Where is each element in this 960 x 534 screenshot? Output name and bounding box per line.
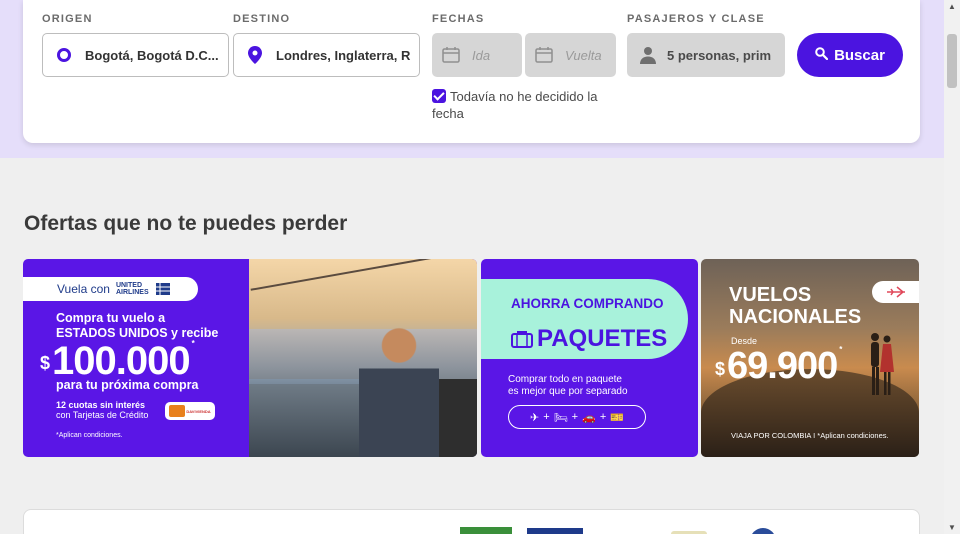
plane-icon: ✈: [530, 411, 540, 424]
partners-card: [23, 509, 920, 534]
location-pin-icon: [244, 46, 266, 64]
search-icon: [815, 46, 829, 64]
search-button-label: Buscar: [834, 46, 885, 64]
flight-search-form: ORIGEN Bogotá, Bogotá D.C... DESTINO Lon…: [23, 0, 920, 143]
couple-silhouette: [871, 333, 894, 395]
checkbox-checked-icon[interactable]: [432, 89, 446, 103]
packages-title: PAQUETES: [511, 325, 667, 353]
calendar-icon: [535, 47, 553, 63]
packages-save-title: AHORRA COMPRANDO: [511, 296, 664, 311]
packages-services-pill: ✈ + 🛏 + 🚗 + 🎫: [508, 405, 646, 429]
domestic-flights-title: VUELOS NACIONALES: [729, 284, 862, 328]
dates-label: FECHAS: [432, 13, 485, 25]
passengers-label: PASAJEROS Y CLASE: [627, 13, 765, 25]
scroll-thumb[interactable]: [947, 34, 957, 88]
davivienda-logo: DAVIVIENDA: [165, 402, 215, 420]
undecided-date-checkbox[interactable]: Todavía no he decidido la fecha: [432, 88, 622, 122]
united-airlines-offer-banner[interactable]: Vuela con UNITED AIRLINES Compra tu vuel…: [23, 259, 477, 457]
undecided-date-label: Todavía no he decidido la fecha: [432, 89, 598, 121]
domestic-footer: VIAJA POR COLOMBIA I *Aplican condicione…: [731, 431, 889, 440]
domestic-price: $ 69.900 *: [715, 345, 843, 387]
destination-label: DESTINO: [233, 13, 291, 25]
packages-offer-banner[interactable]: AHORRA COMPRANDO PAQUETES Comprar todo e…: [481, 259, 698, 457]
partner-logo: [527, 528, 583, 534]
scroll-down-arrow-icon[interactable]: ▼: [948, 523, 956, 532]
departure-placeholder: Ida: [472, 47, 491, 63]
origin-field[interactable]: Bogotá, Bogotá D.C...: [42, 33, 229, 77]
domestic-flights-offer-banner[interactable]: VUELOS NACIONALES Desde $ 69.900 * VIAJA…: [701, 259, 919, 457]
origin-label: ORIGEN: [42, 13, 93, 25]
partner-logo: [460, 527, 512, 534]
house-icon: [169, 405, 186, 417]
ticket-icon: 🎫: [610, 411, 624, 424]
return-placeholder: Vuelta: [565, 47, 602, 63]
banner1-next-purchase: para tu próxima compra: [56, 378, 199, 392]
person-icon: [639, 46, 657, 64]
scroll-up-arrow-icon[interactable]: ▲: [948, 2, 956, 11]
page-scrollbar[interactable]: ▲ ▼: [944, 0, 960, 534]
partner-logo: [750, 528, 776, 534]
packages-description: Comprar todo en paquete es mejor que por…: [508, 374, 628, 397]
bed-icon: 🛏: [553, 411, 568, 424]
banner1-headline: Compra tu vuelo a ESTADOS UNIDOS y recib…: [56, 311, 219, 340]
banner1-installments: 12 cuotas sin interés con Tarjetas de Cr…: [56, 400, 149, 420]
destination-value: Londres, Inglaterra, R: [276, 47, 411, 63]
origin-circle-icon: [53, 47, 75, 63]
destination-field[interactable]: Londres, Inglaterra, R: [233, 33, 420, 77]
return-date-field[interactable]: Vuelta: [525, 33, 616, 77]
car-icon: 🚗: [582, 411, 596, 424]
calendar-icon: [442, 47, 460, 63]
new-york-photo: [249, 259, 477, 457]
origin-value: Bogotá, Bogotá D.C...: [85, 47, 219, 63]
offers-section-title: Ofertas que no te puedes perder: [24, 212, 348, 235]
ua-pill-text: Vuela con: [57, 282, 110, 296]
suitcase-icon: [511, 330, 533, 348]
united-globe-icon: [155, 283, 170, 295]
plane-badge-icon: [872, 281, 919, 303]
banner1-disclaimer: *Aplican condiciones.: [56, 432, 123, 439]
passengers-value: 5 personas, prim: [667, 47, 772, 63]
passengers-field[interactable]: 5 personas, prim: [627, 33, 785, 77]
search-button[interactable]: Buscar: [797, 33, 903, 77]
united-airlines-logo: UNITED AIRLINES: [115, 282, 149, 296]
united-airlines-pill: Vuela con UNITED AIRLINES: [23, 277, 198, 301]
departure-date-field[interactable]: Ida: [432, 33, 522, 77]
